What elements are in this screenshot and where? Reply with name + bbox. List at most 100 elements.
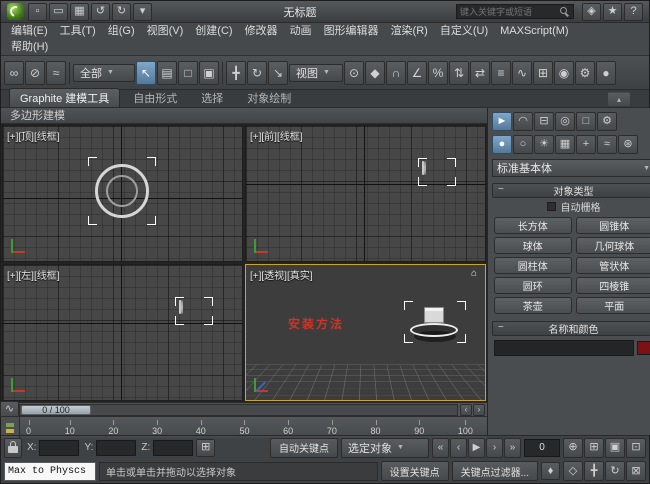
- select-by-name-icon[interactable]: ▤: [157, 61, 177, 85]
- primitive-category-dropdown[interactable]: 标准基本体: [492, 159, 650, 177]
- viewport-top-label[interactable]: [+][顶][线框]: [7, 128, 60, 143]
- object-type-button[interactable]: 圆柱体: [494, 257, 572, 274]
- x-coordinate-field[interactable]: [39, 440, 79, 456]
- maxscript-mini-listener[interactable]: Max to Physcs: [4, 462, 96, 481]
- align-icon[interactable]: ≡: [491, 61, 511, 85]
- previous-frame-icon[interactable]: ‹: [450, 438, 467, 458]
- viewport-left-label[interactable]: [+][左][线框]: [7, 267, 60, 282]
- object-type-button[interactable]: 几何球体: [576, 237, 650, 254]
- redo-icon[interactable]: ↻: [112, 3, 131, 21]
- lights-icon[interactable]: ☀: [534, 135, 554, 154]
- use-pivot-center-icon[interactable]: ⊙: [344, 61, 364, 85]
- menu-item[interactable]: 工具(T): [54, 23, 102, 39]
- select-and-move-icon[interactable]: ╋: [226, 61, 246, 85]
- systems-icon[interactable]: ⊛: [618, 135, 638, 154]
- curve-editor-icon[interactable]: ∿: [512, 61, 532, 85]
- ribbon-tab[interactable]: Graphite 建模工具: [9, 88, 120, 107]
- menu-item[interactable]: 帮助(H): [5, 39, 54, 55]
- object-color-swatch[interactable]: [637, 341, 650, 355]
- object-type-button[interactable]: 球体: [494, 237, 572, 254]
- ribbon-tab[interactable]: 选择: [190, 88, 234, 107]
- shapes-icon[interactable]: ○: [513, 135, 533, 154]
- ribbon-panel-strip[interactable]: 多边形建模: [1, 108, 487, 124]
- zoom-extents-all-icon[interactable]: ⊡: [626, 438, 646, 458]
- object-type-button[interactable]: 管状体: [576, 257, 650, 274]
- select-and-manipulate-icon[interactable]: ◆: [365, 61, 385, 85]
- slider-right-arrow-icon[interactable]: ›: [473, 404, 485, 416]
- viewport-perspective[interactable]: [+][透视][真实] ⌂ 安装方法: [245, 264, 486, 401]
- bind-to-space-warp-icon[interactable]: ≈: [46, 61, 66, 85]
- object-type-button[interactable]: 圆环: [494, 277, 572, 294]
- menu-item[interactable]: 图形编辑器: [318, 23, 385, 39]
- y-coordinate-field[interactable]: [96, 440, 136, 456]
- viewport-perspective-label[interactable]: [+][透视][真实]: [250, 267, 313, 282]
- play-icon[interactable]: ▶: [468, 438, 485, 458]
- license-icon[interactable]: ◈: [582, 3, 601, 21]
- zoom-all-icon[interactable]: ⊞: [584, 438, 604, 458]
- viewport-left[interactable]: [+][左][线框]: [2, 264, 243, 401]
- percent-snap-icon[interactable]: %: [428, 61, 448, 85]
- viewport-front-label[interactable]: [+][前][线框]: [250, 128, 303, 143]
- modify-tab-icon[interactable]: ◠: [513, 112, 533, 131]
- unlink-selection-icon[interactable]: ⊘: [25, 61, 45, 85]
- save-file-icon[interactable]: ▦: [70, 3, 89, 21]
- selection-filter-dropdown[interactable]: 全部: [73, 64, 135, 82]
- object-type-rollout-header[interactable]: 对象类型: [492, 183, 650, 198]
- current-frame-field[interactable]: [524, 439, 560, 457]
- zoom-extents-icon[interactable]: ▣: [605, 438, 625, 458]
- rectangular-selection-icon[interactable]: □: [178, 61, 198, 85]
- helpers-icon[interactable]: +: [576, 135, 596, 154]
- open-file-icon[interactable]: ▭: [49, 3, 68, 21]
- autogrid-checkbox[interactable]: [547, 202, 556, 211]
- absolute-mode-icon[interactable]: ⊞: [196, 439, 215, 457]
- hierarchy-tab-icon[interactable]: ⊟: [534, 112, 554, 131]
- select-and-rotate-icon[interactable]: ↻: [247, 61, 267, 85]
- key-mode-icon[interactable]: ♦: [541, 462, 560, 480]
- object-type-button[interactable]: 茶壶: [494, 297, 572, 314]
- select-and-scale-icon[interactable]: ↘: [268, 61, 288, 85]
- selection-set-dropdown[interactable]: 选定对象: [341, 438, 429, 458]
- name-color-rollout-header[interactable]: 名称和颜色: [492, 321, 650, 336]
- menu-item[interactable]: MAXScript(M): [494, 23, 574, 39]
- undo-icon[interactable]: ↺: [91, 3, 110, 21]
- angle-snap-icon[interactable]: ∠: [407, 61, 427, 85]
- time-slider-track[interactable]: 0 / 100: [19, 404, 458, 416]
- maximize-viewport-icon[interactable]: ⊠: [626, 461, 646, 481]
- z-coordinate-field[interactable]: [153, 440, 193, 456]
- zoom-icon[interactable]: ⊕: [563, 438, 583, 458]
- select-and-link-icon[interactable]: ∞: [4, 61, 24, 85]
- display-tab-icon[interactable]: □: [576, 112, 596, 131]
- new-scene-icon[interactable]: ▫: [28, 3, 47, 21]
- app-logo-icon[interactable]: [7, 3, 24, 20]
- render-icon[interactable]: ●: [596, 61, 616, 85]
- menu-item[interactable]: 渲染(R): [385, 23, 434, 39]
- menu-item[interactable]: 编辑(E): [5, 23, 54, 39]
- home-icon[interactable]: ⌂: [471, 268, 477, 279]
- search-box[interactable]: [456, 4, 574, 19]
- orbit-icon[interactable]: ↻: [605, 461, 625, 481]
- viewport-top[interactable]: [+][顶][线框]: [2, 125, 243, 262]
- utilities-tab-icon[interactable]: ⚙: [597, 112, 617, 131]
- go-to-end-icon[interactable]: »: [504, 438, 521, 458]
- object-name-field[interactable]: [494, 340, 634, 356]
- spinner-snap-icon[interactable]: ⇅: [449, 61, 469, 85]
- viewport-front[interactable]: [+][前][线框]: [245, 125, 486, 262]
- object-type-button[interactable]: 圆锥体: [576, 217, 650, 234]
- create-tab-icon[interactable]: ►: [492, 112, 512, 131]
- qat-menu-icon[interactable]: ▾: [133, 3, 152, 21]
- key-filters-button[interactable]: 关键点过滤器...: [452, 461, 538, 481]
- auto-key-button[interactable]: 自动关键点: [270, 438, 338, 458]
- geometry-icon[interactable]: ●: [492, 135, 512, 154]
- lock-selection-icon[interactable]: [4, 438, 22, 458]
- slider-left-arrow-icon[interactable]: ‹: [460, 404, 472, 416]
- ribbon-tab[interactable]: 对象绘制: [236, 88, 302, 107]
- ribbon-minimize-icon[interactable]: ▴: [608, 92, 630, 106]
- window-crossing-icon[interactable]: ▣: [199, 61, 219, 85]
- menu-item[interactable]: 自定义(U): [434, 23, 494, 39]
- search-input[interactable]: [460, 7, 560, 17]
- field-of-view-icon[interactable]: ◇: [563, 461, 583, 481]
- time-slider-handle[interactable]: 0 / 100: [21, 405, 91, 415]
- material-editor-icon[interactable]: ◉: [554, 61, 574, 85]
- menu-item[interactable]: 组(G): [102, 23, 141, 39]
- ribbon-tab[interactable]: 自由形式: [122, 88, 188, 107]
